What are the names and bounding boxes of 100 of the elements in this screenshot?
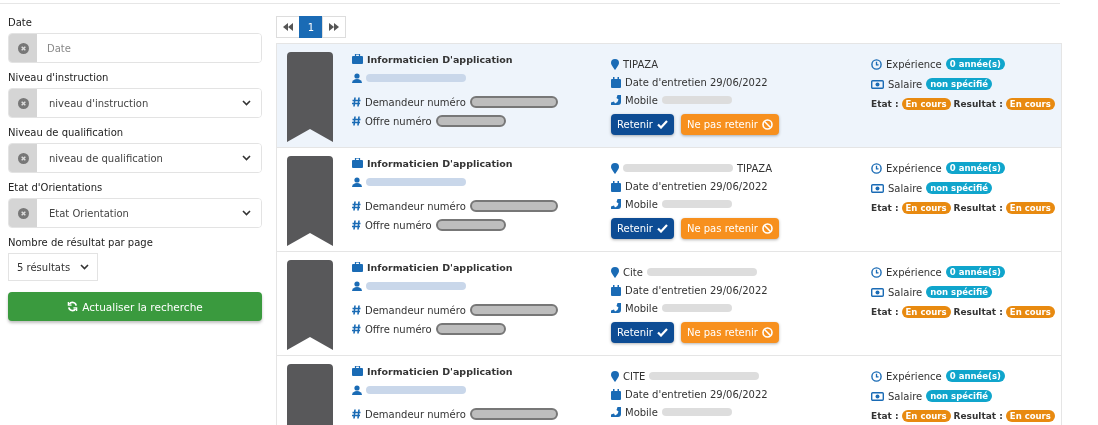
briefcase-icon [352,366,363,376]
applicant-number-label: Demandeur numéro [365,408,466,420]
first-page-button[interactable] [276,16,300,38]
interview-date: Date d'entretien 29/06/2022 [625,180,768,192]
mobile-label: Mobile [625,94,658,106]
accept-button[interactable]: Retenir [611,322,674,343]
date-field[interactable]: Date [8,33,262,63]
state-label: Etat : [871,99,899,109]
result-badge: En cours [1005,98,1055,110]
hash-icon [352,220,361,230]
double-right-arrow-icon [329,23,339,31]
person-icon [352,73,362,83]
salary-label: Salaire [888,182,923,194]
calendar-icon [611,284,621,296]
check-icon [656,328,668,337]
redacted-number [435,323,506,335]
result-badge: En cours [1005,410,1055,422]
banknote-icon [871,391,884,401]
person-icon [352,177,362,187]
calendar-icon [611,388,621,400]
redacted-phone [661,304,732,312]
experience-badge: 0 année(s) [945,58,1005,70]
hash-icon [352,116,361,126]
phone-icon [611,199,621,209]
redacted-phone [661,408,732,416]
result-label: Resultat : [953,307,1003,317]
briefcase-icon [352,262,363,272]
applicant-number-label: Demandeur numéro [365,304,466,316]
hash-icon [352,97,361,107]
salary-badge: non spécifié [926,390,993,402]
state-badge: En cours [901,98,951,110]
refresh-button[interactable]: Actualiser la recherche [8,292,262,321]
check-icon [656,224,668,233]
location-text: TIPAZA [623,58,658,70]
clock-icon [871,370,882,382]
ban-icon [762,327,773,338]
mobile-label: Mobile [625,198,658,210]
state-label: Etat : [871,411,899,421]
ban-icon [762,119,773,130]
check-icon [656,120,668,129]
map-pin-icon [611,58,619,70]
experience-badge: 0 année(s) [945,266,1005,278]
state-badge: En cours [901,410,951,422]
job-title: Informaticien D'application [367,53,513,65]
applicant-number-label: Demandeur numéro [365,96,466,108]
experience-badge: 0 année(s) [945,162,1005,174]
per-page-select[interactable]: 5 résultats [8,253,98,281]
banknote-icon [871,183,884,193]
clear-button[interactable] [9,34,37,62]
location-text: CITE [623,370,646,382]
redacted-phone [661,200,732,208]
offer-number-label: Offre numéro [365,323,432,335]
result-badge: En cours [1005,202,1055,214]
job-title: Informaticien D'application [367,157,513,169]
last-page-button[interactable] [322,16,346,38]
clear-icon [17,42,29,54]
hash-icon [352,305,361,315]
field-label: Nombre de résultat par page [8,237,154,248]
field-label: Etat d'Orientations [8,182,104,193]
experience-badge: 0 année(s) [945,370,1005,382]
refresh-icon [67,301,79,312]
interview-date: Date d'entretien 29/06/2022 [625,284,768,296]
briefcase-icon [352,158,363,168]
salary-badge: non spécifié [926,78,993,90]
redacted-number [435,219,506,231]
field-label: Date [8,17,33,28]
phone-icon [611,407,621,417]
person-icon [352,281,362,291]
job-title: Informaticien D'application [367,365,513,377]
map-pin-icon [611,162,619,174]
map-pin-icon [611,370,619,382]
location-text: Cite [623,266,643,278]
banknote-icon [871,287,884,297]
map-pin-icon [611,266,619,278]
applicant-number-label: Demandeur numéro [365,200,466,212]
job-title: Informaticien D'application [367,261,513,273]
hash-icon [352,201,361,211]
salary-badge: non spécifié [926,182,993,194]
briefcase-icon [352,54,363,64]
ban-icon [762,223,773,234]
experience-label: Expérience [886,370,942,382]
clock-icon [871,162,882,174]
result-label: Resultat : [953,99,1003,109]
accept-button[interactable]: Retenir [611,114,674,135]
banknote-icon [871,79,884,89]
result-label: Resultat : [953,203,1003,213]
result-label: Resultat : [953,411,1003,421]
redacted-number [435,115,506,127]
salary-label: Salaire [888,78,923,90]
clock-icon [871,58,882,70]
hash-icon [352,409,361,419]
state-label: Etat : [871,307,899,317]
chevron-icon [80,264,89,270]
location-text: TIPAZA [737,162,772,174]
page-button[interactable]: 1 [299,16,323,38]
phone-icon [611,95,621,105]
state-label: Etat : [871,203,899,213]
result-badge: En cours [1005,306,1055,318]
experience-label: Expérience [886,58,942,70]
accept-button[interactable]: Retenir [611,218,674,239]
